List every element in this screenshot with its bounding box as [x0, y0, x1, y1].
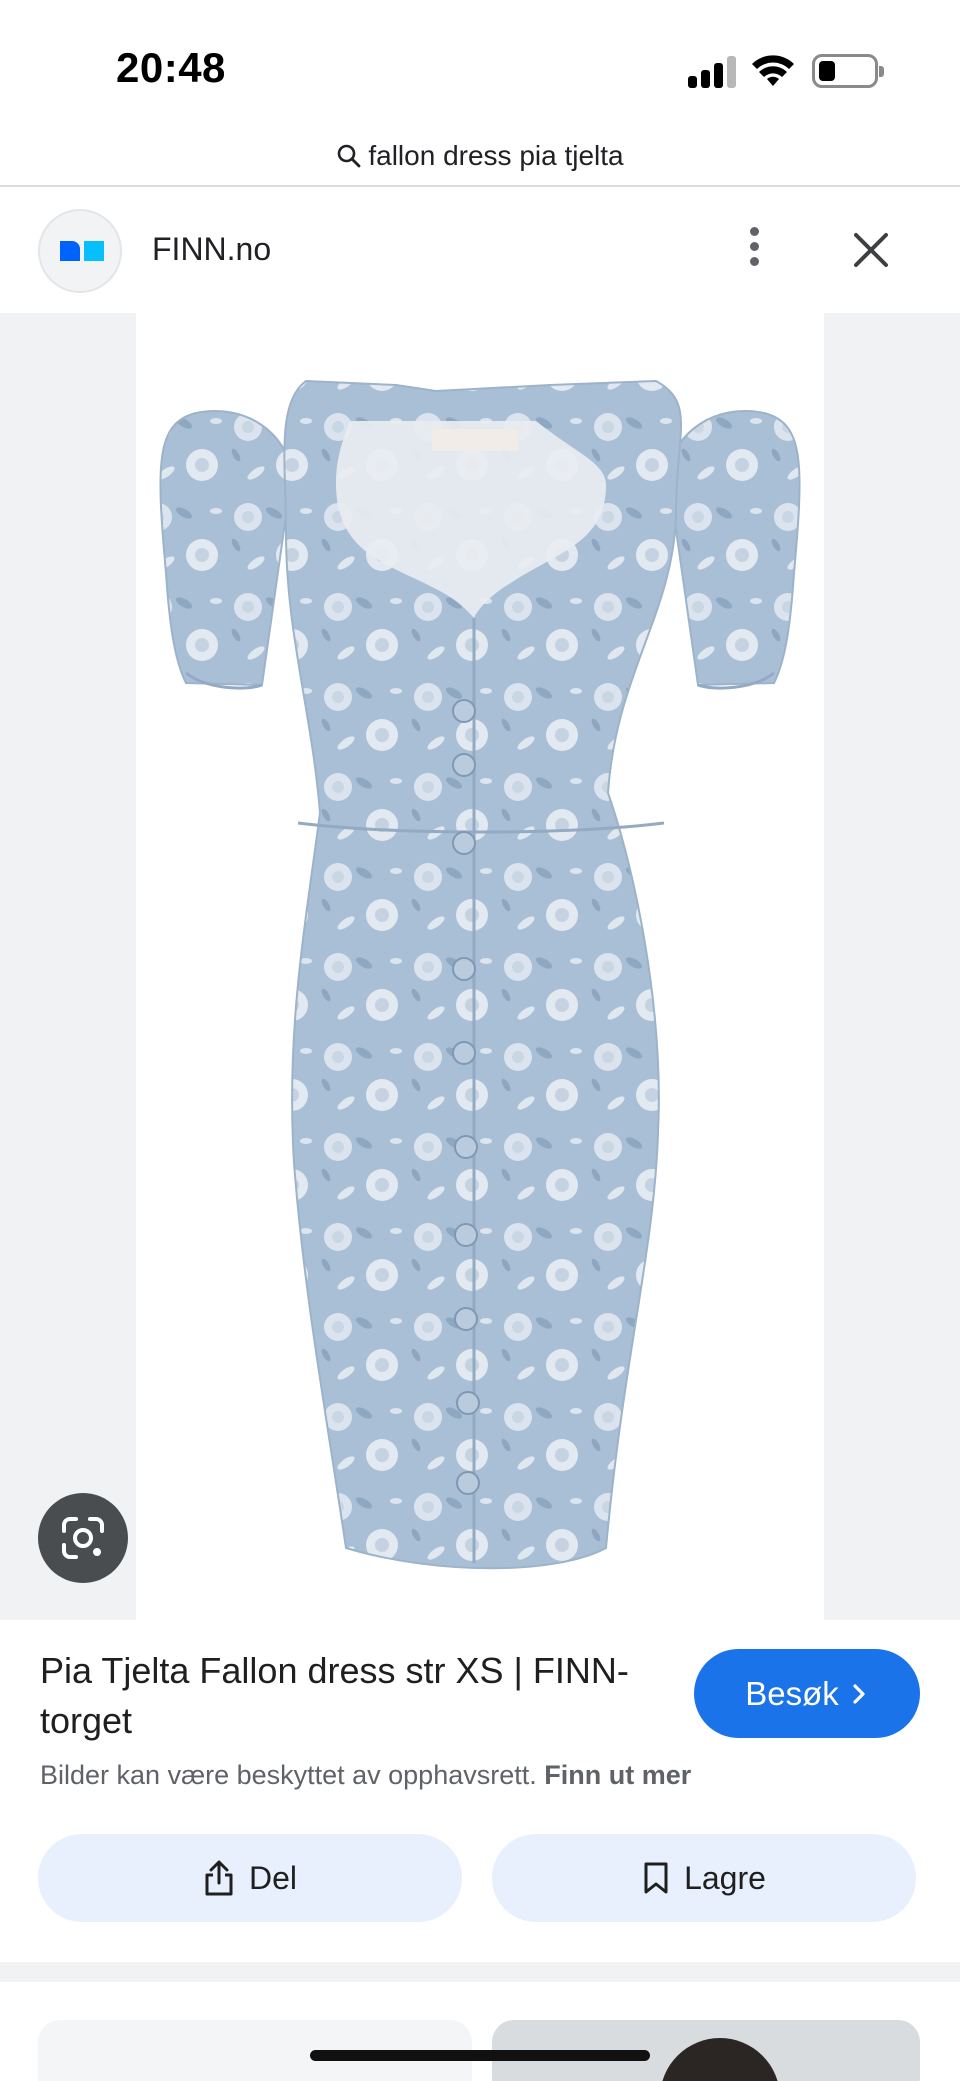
copyright-text: Bilder kan være beskyttet av opphavsrett… [40, 1760, 537, 1790]
section-divider [0, 1962, 960, 1982]
share-icon [205, 1860, 233, 1896]
google-lens-icon [62, 1517, 104, 1559]
bookmark-icon [644, 1862, 668, 1894]
visit-button[interactable]: Besøk [694, 1649, 920, 1738]
copyright-notice: Bilder kan være beskyttet av opphavsrett… [40, 1760, 691, 1791]
product-image[interactable] [38, 313, 824, 1620]
share-button[interactable]: Del [38, 1834, 462, 1922]
image-viewer[interactable] [0, 313, 960, 1620]
status-time: 20:48 [116, 44, 226, 91]
share-label: Del [248, 1859, 297, 1896]
close-icon[interactable] [846, 225, 896, 275]
search-query: fallon dress pia tjelta [368, 140, 624, 171]
chevron-right-icon [853, 1683, 865, 1704]
visit-label: Besøk [745, 1674, 839, 1712]
more-vert-icon[interactable] [736, 223, 772, 273]
search-bar[interactable]: fallon dress pia tjelta [0, 126, 960, 186]
wifi-icon [752, 55, 794, 86]
related-result-thumbnail [660, 2038, 780, 2081]
status-bar: 20:48 [0, 0, 960, 130]
cellular-signal-icon [688, 56, 738, 88]
save-label: Lagre [684, 1859, 766, 1896]
source-name[interactable]: FINN.no [152, 231, 271, 268]
save-button[interactable]: Lagre [492, 1834, 916, 1922]
result-title[interactable]: Pia Tjelta Fallon dress str XS | FINN-to… [40, 1646, 640, 1746]
search-icon [338, 144, 361, 168]
learn-more-link[interactable]: Finn ut mer [544, 1760, 691, 1790]
battery-icon [812, 54, 884, 88]
home-indicator [310, 2050, 650, 2061]
google-lens-button[interactable] [38, 1493, 128, 1583]
finn-logo[interactable] [38, 209, 122, 293]
dress-photo [159, 379, 801, 1570]
source-header: FINN.no [0, 187, 960, 313]
